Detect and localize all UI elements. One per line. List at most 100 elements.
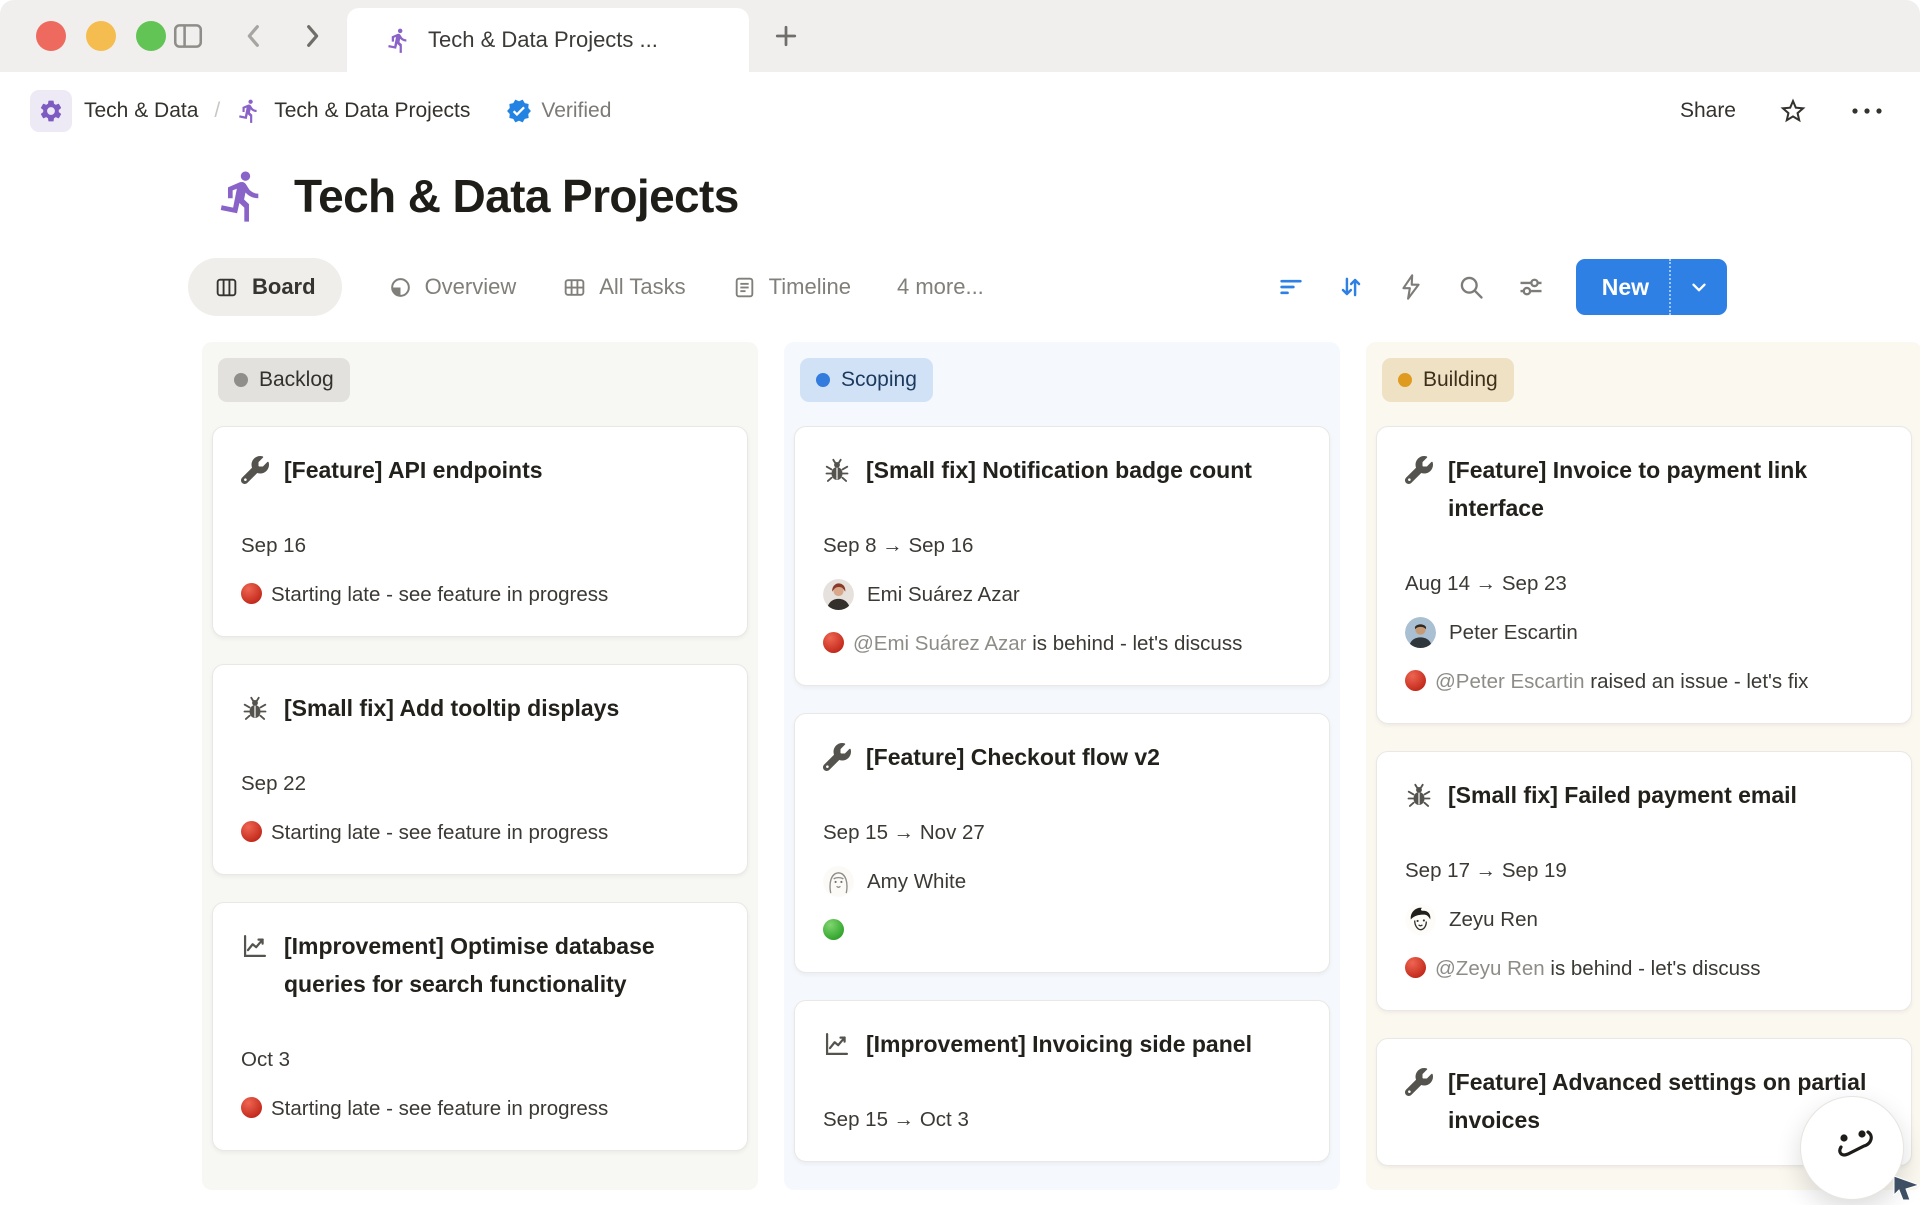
column-header-building[interactable]: Building (1382, 358, 1514, 402)
new-button-dropdown[interactable] (1671, 276, 1727, 298)
column-building: Building [Feature] Invoice to payment li… (1366, 342, 1920, 1190)
automation-button[interactable] (1396, 272, 1426, 302)
minimize-button[interactable] (86, 21, 116, 51)
verified-label: Verified (541, 99, 611, 123)
card-assignee: Amy White (823, 866, 1301, 897)
green-circle-icon (823, 919, 844, 940)
card[interactable]: [Feature] Checkout flow v2 Sep 15 → Nov … (794, 713, 1330, 973)
filter-button[interactable] (1276, 272, 1306, 302)
column-backlog: Backlog [Feature] API endpoints Sep 16 S… (202, 342, 758, 1190)
avatar-zeyu (1405, 904, 1436, 935)
sidebar-icon (170, 19, 206, 53)
assignee-name: Peter Escartin (1449, 621, 1578, 645)
red-circle-icon (241, 821, 262, 842)
wrench-icon (823, 743, 851, 771)
card-date: Sep 15 → Oct 3 (823, 1105, 1301, 1135)
card[interactable]: [Improvement] Optimise database queries … (212, 902, 748, 1151)
wrench-icon (241, 456, 269, 484)
breadcrumb-separator: / (214, 99, 220, 123)
tab-overview[interactable]: Overview (388, 274, 517, 300)
card-title: [Small fix] Add tooltip displays (284, 689, 619, 727)
card[interactable]: [Improvement] Invoicing side panel Sep 1… (794, 1000, 1330, 1162)
view-settings-button[interactable] (1516, 272, 1546, 302)
view-controls: New (1276, 259, 1727, 315)
page-header: Tech & Data / Tech & Data Projects Verif… (0, 72, 1920, 150)
notion-faces-button[interactable] (1800, 1096, 1904, 1200)
views-toolbar: Board Overview All Tasks (0, 254, 1920, 320)
sliders-icon (1517, 273, 1545, 301)
card-status: @Peter Escartin raised an issue - let's … (1405, 666, 1883, 697)
assignee-name: Emi Suárez Azar (867, 583, 1020, 607)
tab-overview-label: Overview (425, 274, 517, 300)
sort-icon (1337, 273, 1365, 301)
card-list: [Feature] Invoice to payment link interf… (1376, 426, 1912, 1166)
status-dot-gray (234, 373, 248, 387)
column-header-backlog[interactable]: Backlog (218, 358, 350, 402)
active-tab[interactable]: Tech & Data Projects ... (347, 8, 749, 72)
new-button[interactable]: New (1576, 274, 1669, 301)
card-date: Oct 3 (241, 1045, 719, 1075)
card-status: @Zeyu Ren is behind - let's discuss (1405, 953, 1883, 984)
tab-board[interactable]: Board (188, 258, 342, 316)
card-date: Sep 22 (241, 769, 719, 799)
verified-seal-icon (506, 98, 532, 124)
forward-button[interactable] (290, 15, 334, 57)
wrench-icon (1405, 456, 1433, 484)
card[interactable]: [Feature] API endpoints Sep 16 Starting … (212, 426, 748, 637)
card-date: Sep 16 (241, 531, 719, 561)
back-button[interactable] (232, 15, 276, 57)
new-tab-button[interactable] (764, 15, 808, 57)
sort-button[interactable] (1336, 272, 1366, 302)
avatar-amy (823, 866, 854, 897)
breadcrumb-teamspace[interactable]: Tech & Data (84, 99, 198, 123)
page-icon[interactable] (214, 168, 270, 224)
runner-icon (236, 98, 262, 124)
close-button[interactable] (36, 21, 66, 51)
face-icon (1824, 1120, 1880, 1176)
zoom-button[interactable] (136, 21, 166, 51)
card-title: [Small fix] Notification badge count (866, 451, 1252, 489)
status-dot-orange (1398, 373, 1412, 387)
card-date: Sep 15 → Nov 27 (823, 818, 1301, 848)
lightning-icon (1397, 273, 1425, 301)
favorite-star-button[interactable] (1778, 96, 1808, 126)
avatar-emi (823, 579, 854, 610)
tab-all-tasks[interactable]: All Tasks (562, 274, 685, 300)
search-button[interactable] (1456, 272, 1486, 302)
filter-icon (1277, 273, 1305, 301)
verified-badge[interactable]: Verified (506, 98, 611, 124)
plus-icon (771, 21, 801, 51)
bug-icon (1405, 781, 1433, 809)
card-status: @Emi Suárez Azar is behind - let's discu… (823, 628, 1301, 659)
sidebar-toggle-button[interactable] (166, 15, 210, 57)
card-date: Aug 14 → Sep 23 (1405, 569, 1883, 599)
chevron-right-icon (296, 20, 328, 52)
wrench-icon (1405, 1068, 1433, 1096)
card-status (823, 915, 1301, 946)
page-title[interactable]: Tech & Data Projects (294, 169, 739, 223)
card[interactable]: [Feature] Invoice to payment link interf… (1376, 426, 1912, 724)
red-circle-icon (241, 583, 262, 604)
share-button[interactable]: Share (1680, 99, 1736, 123)
column-header-scoping[interactable]: Scoping (800, 358, 933, 402)
mouse-cursor (1893, 1176, 1920, 1205)
browser-tab-bar: Tech & Data Projects ... (0, 0, 1920, 72)
card-title: [Improvement] Optimise database queries … (284, 927, 719, 1003)
card[interactable]: [Small fix] Notification badge count Sep… (794, 426, 1330, 686)
more-options-button[interactable] (1850, 96, 1884, 126)
search-icon (1457, 273, 1485, 301)
tab-timeline-label: Timeline (769, 274, 851, 300)
avatar-peter (1405, 617, 1436, 648)
assignee-name: Zeyu Ren (1449, 908, 1538, 932)
tab-timeline[interactable]: Timeline (732, 274, 851, 300)
card[interactable]: [Small fix] Add tooltip displays Sep 22 … (212, 664, 748, 875)
card-title: [Feature] Checkout flow v2 (866, 738, 1160, 776)
card-title: [Feature] Invoice to payment link interf… (1448, 451, 1883, 527)
more-views-button[interactable]: 4 more... (897, 274, 984, 300)
table-icon (562, 275, 587, 300)
card-assignee: Zeyu Ren (1405, 904, 1883, 935)
tab-all-tasks-label: All Tasks (599, 274, 685, 300)
card-date: Sep 17 → Sep 19 (1405, 856, 1883, 886)
card[interactable]: [Small fix] Failed payment email Sep 17 … (1376, 751, 1912, 1011)
breadcrumb-page[interactable]: Tech & Data Projects (274, 99, 470, 123)
